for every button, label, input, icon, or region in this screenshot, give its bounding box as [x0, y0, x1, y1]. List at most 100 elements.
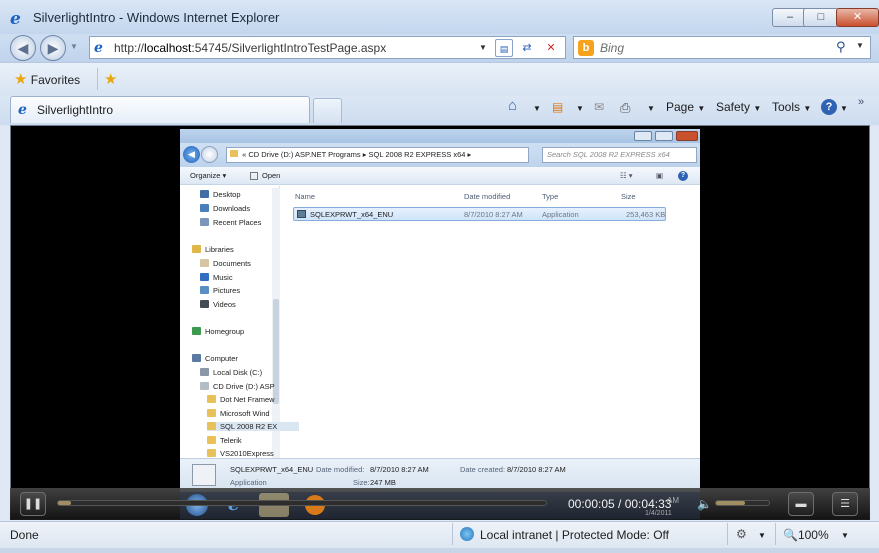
- nav-item-label: Libraries: [205, 245, 234, 254]
- nav-item: Pictures: [200, 286, 240, 295]
- home-dropdown-icon[interactable]: ▼: [533, 104, 541, 113]
- nav-item: Microsoft Wind: [207, 409, 270, 418]
- address-bar[interactable]: e http://localhost:54745/SilverlightIntr…: [89, 36, 566, 59]
- explorer-minimize-icon: [634, 131, 652, 141]
- help-dropdown-icon[interactable]: ▼: [840, 104, 848, 113]
- home-icon[interactable]: ⌂: [508, 97, 517, 114]
- nav-item: SQL 2008 R2 EX: [207, 422, 299, 431]
- volume-icon[interactable]: 🔈: [697, 497, 712, 511]
- nav-item-label: CD Drive (D:) ASP: [213, 382, 275, 391]
- player-menu-button[interactable]: ☰: [832, 492, 858, 516]
- window-title: SilverlightIntro - Windows Internet Expl…: [33, 10, 280, 25]
- nav-item: Local Disk (C:): [200, 368, 262, 377]
- nav-item-label: Downloads: [213, 204, 251, 213]
- address-dropdown-icon[interactable]: ▼: [474, 39, 492, 57]
- safety-menu[interactable]: Safety ▼: [716, 100, 761, 114]
- nav-item-label: SQL 2008 R2 EX: [220, 422, 278, 431]
- homegroup-icon: [192, 327, 201, 335]
- disk-icon: [200, 368, 209, 376]
- zoom-level[interactable]: 🔍100%: [783, 528, 829, 542]
- nav-item-label: Videos: [213, 300, 236, 309]
- forward-button[interactable]: ▶: [40, 35, 66, 61]
- tab-ie-icon: e: [18, 102, 27, 118]
- breadcrumb-folder-icon: [230, 150, 238, 157]
- file-date-modified: 8/7/2010 8:27 AM: [464, 210, 523, 219]
- details-app-icon: [192, 464, 216, 486]
- seek-bar[interactable]: [57, 500, 547, 506]
- page-menu-arrow-icon: ▼: [697, 104, 706, 113]
- back-button[interactable]: ◀: [10, 35, 36, 61]
- status-separator: [452, 523, 453, 545]
- explorer-forward-icon: [201, 146, 218, 163]
- close-button[interactable]: ✕: [836, 8, 879, 27]
- search-options-icon[interactable]: ▼: [856, 41, 864, 50]
- print-dropdown-icon[interactable]: ▼: [647, 104, 655, 113]
- new-tab-button[interactable]: [313, 98, 342, 123]
- tools-menu[interactable]: Tools ▼: [772, 100, 811, 114]
- play-pause-button[interactable]: ❚❚: [20, 492, 46, 516]
- nav-item: Recent Places: [200, 218, 261, 227]
- feeds-icon[interactable]: ▤: [552, 100, 563, 114]
- search-icon[interactable]: ⚲: [836, 39, 846, 55]
- recent-icon: [200, 218, 209, 226]
- folder-icon: [207, 422, 216, 430]
- breadcrumb-prefix: «: [242, 150, 247, 159]
- details-size: 247 MB: [370, 478, 396, 487]
- feeds-dropdown-icon[interactable]: ▼: [576, 104, 584, 113]
- explorer-search-placeholder: Search SQL 2008 R2 EXPRESS x64: [547, 150, 670, 159]
- computer-icon: [192, 354, 201, 362]
- history-dropdown-icon[interactable]: ▼: [70, 42, 78, 51]
- read-mail-icon[interactable]: ✉: [594, 100, 604, 114]
- search-box[interactable]: b Bing ⚲ ▼: [573, 36, 871, 59]
- downloads-icon: [200, 204, 209, 212]
- explorer-toolbar: Organize ▾ Open ☷ ▾ ▣ ?: [180, 167, 700, 185]
- security-zone[interactable]: Local intranet | Protected Mode: Off: [480, 528, 669, 542]
- safety-menu-label: Safety: [716, 100, 751, 114]
- print-icon[interactable]: ⎙: [620, 100, 630, 116]
- tab-silverlightintro[interactable]: e SilverlightIntro: [10, 96, 310, 123]
- bing-icon[interactable]: b: [578, 40, 594, 56]
- nav-item-label: Dot Net Framew: [220, 395, 275, 404]
- column-header-name: Name: [295, 192, 316, 201]
- address-url[interactable]: http://localhost:54745/SilverlightIntroT…: [114, 41, 386, 55]
- nav-item-label: Computer: [205, 354, 238, 363]
- status-separator: [727, 523, 728, 545]
- safety-menu-arrow-icon: ▼: [753, 104, 762, 113]
- nav-item: Computer: [192, 354, 238, 363]
- command-overflow-icon[interactable]: »: [858, 96, 864, 108]
- tools-menu-label: Tools: [772, 100, 801, 114]
- file-size: 253,463 KB: [626, 210, 666, 219]
- favorites-separator: [97, 68, 98, 90]
- nav-item-label: Desktop: [213, 190, 241, 199]
- help-icon[interactable]: ?: [821, 99, 837, 115]
- zoom-dropdown-icon[interactable]: ▼: [841, 531, 849, 540]
- folder-icon: [207, 395, 216, 403]
- nav-item: Downloads: [200, 204, 250, 213]
- file-name: SQLEXPRWT_x64_ENU: [310, 210, 394, 219]
- tab-label: SilverlightIntro: [37, 103, 114, 117]
- column-header-size: Size: [621, 192, 636, 201]
- add-to-favorites-icon[interactable]: ★: [104, 70, 117, 88]
- videos-icon: [200, 300, 209, 308]
- nav-item-label: VS2010Express: [220, 449, 274, 458]
- preview-pane-icon: ▣: [656, 171, 664, 180]
- refresh-icon[interactable]: ⇄: [518, 39, 536, 57]
- compatibility-view-icon[interactable]: ▤: [495, 39, 513, 57]
- explorer-maximize-icon: [655, 131, 673, 141]
- details-type: Application: [230, 478, 267, 487]
- captions-button[interactable]: ▬: [788, 492, 814, 516]
- favorites-button[interactable]: ★ Favorites: [14, 70, 80, 90]
- status-separator: [775, 523, 776, 545]
- page-menu[interactable]: Page ▼: [666, 100, 705, 114]
- details-date-created-label: Date created:: [460, 465, 506, 474]
- folder-icon: [207, 449, 216, 457]
- protected-mode-icon[interactable]: ⚙: [736, 527, 747, 541]
- protected-mode-dropdown-icon[interactable]: ▼: [758, 531, 766, 540]
- column-header-date: Date modified: [464, 192, 511, 201]
- details-date-modified: 8/7/2010 8:27 AM: [370, 465, 429, 474]
- maximize-button[interactable]: □: [803, 8, 839, 27]
- file-row: SQLEXPRWT_x64_ENU 8/7/2010 8:27 AM Appli…: [293, 207, 666, 221]
- folder-icon: [207, 436, 216, 444]
- desktop-icon: [200, 190, 209, 198]
- stop-icon[interactable]: ✕: [542, 39, 560, 57]
